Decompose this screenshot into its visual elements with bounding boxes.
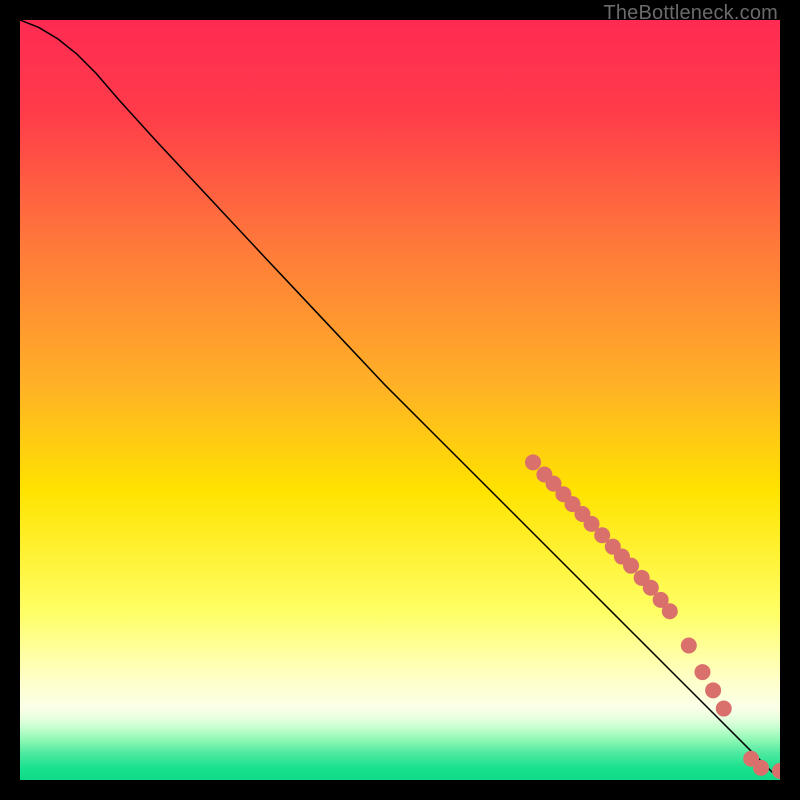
plot-area xyxy=(20,20,780,780)
marker-dot xyxy=(694,664,710,680)
marker-dot xyxy=(623,558,639,574)
marker-dot xyxy=(662,603,678,619)
marker-dot xyxy=(525,454,541,470)
chart-svg xyxy=(20,20,780,780)
marker-dot xyxy=(705,682,721,698)
marker-dot xyxy=(753,760,769,776)
chart-stage: TheBottleneck.com xyxy=(0,0,800,800)
marker-dot xyxy=(681,637,697,653)
marker-dot xyxy=(716,701,732,717)
